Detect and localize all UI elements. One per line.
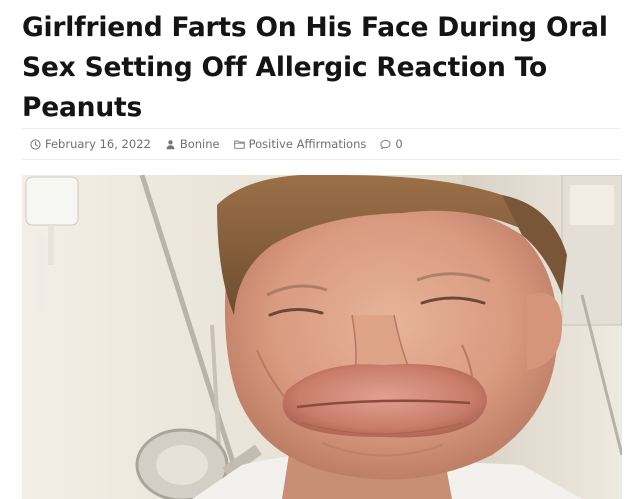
meta-date-text: February 16, 2022 xyxy=(45,137,151,151)
meta-category-text: Positive Affirmations xyxy=(248,137,367,151)
article-meta: February 16, 2022 Bonine Positive Affirm… xyxy=(30,134,403,154)
meta-author[interactable]: Bonine xyxy=(165,137,220,151)
comment-icon xyxy=(380,139,391,150)
folder-icon xyxy=(233,139,245,150)
user-icon xyxy=(165,139,176,150)
meta-author-text: Bonine xyxy=(179,137,220,151)
article: Girlfriend Farts On His Face During Oral… xyxy=(0,0,640,499)
meta-divider-top xyxy=(22,128,620,129)
meta-divider-bottom xyxy=(22,159,620,160)
clock-icon xyxy=(30,138,41,150)
photo-of-man-with-swollen-lips xyxy=(22,175,622,499)
meta-comments[interactable]: 0 xyxy=(380,137,403,151)
meta-category[interactable]: Positive Affirmations xyxy=(233,137,367,151)
meta-date[interactable]: February 16, 2022 xyxy=(30,137,151,151)
meta-comments-count: 0 xyxy=(395,137,403,151)
article-headline[interactable]: Girlfriend Farts On His Face During Oral… xyxy=(22,8,622,128)
article-photo[interactable] xyxy=(22,175,622,499)
